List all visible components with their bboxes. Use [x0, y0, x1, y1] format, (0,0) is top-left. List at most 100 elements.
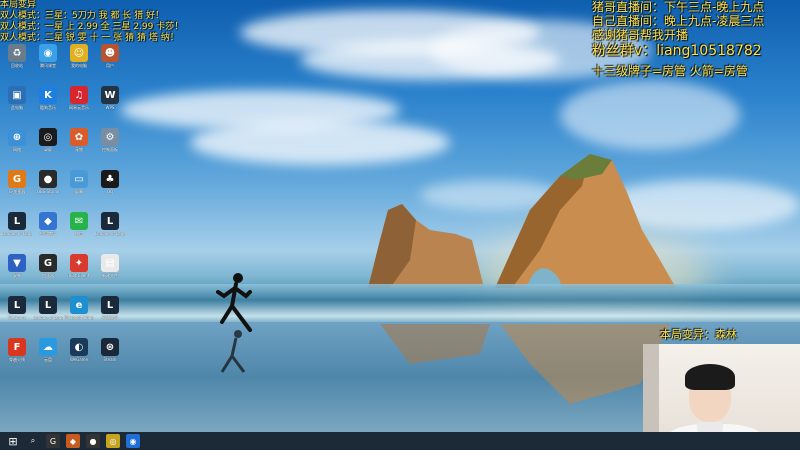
- network-icon: ⊕: [8, 128, 26, 146]
- desktop-icon-label: 我的电脑: [71, 63, 87, 68]
- desktop-icon-control-panel[interactable]: ⚙ 控制面板: [95, 128, 125, 152]
- desktop-icon-red-app[interactable]: ✦ Riot Client: [64, 254, 94, 278]
- browser-task-icon[interactable]: ◉: [126, 434, 140, 448]
- desktop-icon-kugou[interactable]: K 酷狗音乐: [33, 86, 63, 110]
- desktop-icon-steam-like[interactable]: ◐ WeGame: [64, 338, 94, 362]
- desktop-icon-animal-app[interactable]: ✿ 宠物: [64, 128, 94, 152]
- lol4-icon: L: [39, 296, 57, 314]
- control-panel-icon: ⚙: [101, 128, 119, 146]
- desktop-icon-label: 用户: [106, 63, 114, 68]
- desktop-icon-label: 此电脑: [11, 105, 23, 110]
- desktop-icon-label: 微信: [75, 231, 83, 236]
- desktop-icon-label: 控制面板: [102, 147, 118, 152]
- desktop-icon-installer[interactable]: ▼ 安装: [2, 254, 32, 278]
- search-icon[interactable]: ⌕: [26, 434, 40, 448]
- desktop-icon-person-app[interactable]: ☻ 用户: [95, 44, 125, 68]
- desktop-icon-label: WeGame: [69, 357, 89, 362]
- desktop-icon-edge[interactable]: e Microsoft Edge: [64, 296, 94, 320]
- box-app-icon: ◆: [39, 212, 57, 230]
- edge-icon: e: [70, 296, 88, 314]
- cf-icon: F: [8, 338, 26, 356]
- desktop-icon-label: WPS: [105, 105, 115, 110]
- runner-silhouette: [216, 273, 252, 373]
- desktop-icon-steam[interactable]: ⊛ Steam: [95, 338, 125, 362]
- desktop-icon-label: Steam: [103, 357, 117, 362]
- desktop-icon-label: League of Legends: [33, 315, 63, 320]
- desktop-icon-label: 安装: [13, 273, 21, 278]
- netease-icon: ♫: [70, 86, 88, 104]
- desktop-icon-label: QQ: [106, 189, 114, 194]
- overlay-right-line3: 感谢猪哥帮我开播: [592, 28, 689, 42]
- desktop-icon-g-tool[interactable]: G 加速器: [33, 254, 63, 278]
- yellow-task-icon[interactable]: ◎: [106, 434, 120, 448]
- steam-icon: ⊛: [101, 338, 119, 356]
- desktop-icon-label: Microsoft Edge: [64, 315, 94, 320]
- overlay-left-line2: 双人模式：三星：5刀力 我 都 长 猎 好！: [0, 11, 165, 21]
- file-icon: ▤: [101, 254, 119, 272]
- lol5-icon: L: [101, 296, 119, 314]
- lol2-icon: L: [101, 212, 119, 230]
- desktop-icon-recycle-bin[interactable]: ♻ 回收站: [2, 44, 32, 68]
- cloud-app-icon: ☁: [39, 338, 57, 356]
- desktop-icon-lol4[interactable]: LLeague of Legends: [33, 296, 63, 320]
- start-button[interactable]: ⊞: [6, 434, 20, 448]
- taskbar: ⊞ ⌕ G ◆ ● ◎ ◉: [0, 432, 800, 450]
- obs-task-icon[interactable]: ●: [86, 434, 100, 448]
- desktop-icon-cloud-app[interactable]: ☁ 云盘: [33, 338, 63, 362]
- desktop-icon-box-app[interactable]: ◆ 应用商店: [33, 212, 63, 236]
- overlay-right-line2: 自己直播间：晚上九点-凌晨三点: [592, 14, 765, 28]
- desktop-icon-lol5[interactable]: L 英雄联盟: [95, 296, 125, 320]
- desktop-icon-network[interactable]: ⊕ 网络: [2, 128, 32, 152]
- desktop-icon-lol2[interactable]: LLeague of Legends: [95, 212, 125, 236]
- red-app-icon: ✦: [70, 254, 88, 272]
- desktop-icon-qq-music[interactable]: ◉ 腾讯课堂: [33, 44, 63, 68]
- desktop-icon-netease[interactable]: ♫ 网易云音乐: [64, 86, 94, 110]
- wechat-icon: ✉: [70, 212, 88, 230]
- obs-tool-icon: ◎: [39, 128, 57, 146]
- mutation-label: 本局变异：森林: [660, 328, 737, 341]
- desktop-icon-label: 腾讯课堂: [40, 63, 56, 68]
- kugou-icon: K: [39, 86, 57, 104]
- qq-music-icon: ◉: [39, 44, 57, 62]
- desktop-icon-obs-tool[interactable]: ◎ 录屏: [33, 128, 63, 152]
- desktop-icon-g-app[interactable]: G G-加速器: [2, 170, 32, 194]
- desktop-icon-obs-studio[interactable]: ● OBS Studio: [33, 170, 63, 194]
- overlay-right-line5: 十三级牌子=房管 火箭=房管: [592, 64, 748, 78]
- desktop-icon-computer[interactable]: ▣ 此电脑: [2, 86, 32, 110]
- recycle-bin-icon: ♻: [8, 44, 26, 62]
- g-task-icon[interactable]: G: [46, 434, 60, 448]
- wps-icon: W: [101, 86, 119, 104]
- cat-app-icon: ☺: [70, 44, 88, 62]
- desktop-icon-wechat[interactable]: ✉ 微信: [64, 212, 94, 236]
- desktop-icon-label: 加速器: [42, 273, 54, 278]
- desktop-icon-label: 应用商店: [40, 231, 56, 236]
- desktop-icon-label: 云盘: [44, 357, 52, 362]
- overlay-left-line4: 双人模式：二星 锐 雯 十 一 张 猜 猜 塔 纳！: [0, 33, 179, 43]
- desktop-icon-wps[interactable]: W WPS: [95, 86, 125, 110]
- screen-app-icon: ▭: [70, 170, 88, 188]
- desktop-icon-cf[interactable]: F 穿越火线: [2, 338, 32, 362]
- steam-like-icon: ◐: [70, 338, 88, 356]
- desktop-icon-label: OBS Studio: [36, 189, 60, 194]
- desktop-icon-label: 穿越火线: [9, 357, 25, 362]
- qq-icon: ♣: [101, 170, 119, 188]
- overlay-right-line1: 猪哥直播间：下午三点-晚上九点: [592, 0, 765, 14]
- desktop-icon-qq[interactable]: ♣ QQ: [95, 170, 125, 194]
- obs-studio-icon: ●: [39, 170, 57, 188]
- desktop-icon-label: League of Legends: [2, 231, 32, 236]
- lol-icon: L: [8, 212, 26, 230]
- overlay-left-line1: 本局变异: [0, 0, 37, 10]
- desktop-icon-lol[interactable]: LLeague of Legends: [2, 212, 32, 236]
- desktop-icon-label: G-加速器: [8, 189, 26, 194]
- large-rock-arch: [495, 154, 676, 288]
- desktop-icon-screen-app[interactable]: ▭ 屏幕: [64, 170, 94, 194]
- desktop-icon-lol3[interactable]: L WeGame: [2, 296, 32, 320]
- desktop-icon-cat-app[interactable]: ☺ 我的电脑: [64, 44, 94, 68]
- desktop-icon-file[interactable]: ▤ 新建文件: [95, 254, 125, 278]
- desktop-icon-label: League of Legends: [95, 231, 125, 236]
- app-task-icon[interactable]: ◆: [66, 434, 80, 448]
- overlay-left-line3: 双人模式：一星 上 2.99 全 三星 2.99 卡莎！: [0, 22, 184, 32]
- desktop-icon-label: 屏幕: [75, 189, 83, 194]
- desktop-icon-label: 录屏: [44, 147, 52, 152]
- taskbar-apps: G ◆ ● ◎ ◉: [40, 434, 140, 448]
